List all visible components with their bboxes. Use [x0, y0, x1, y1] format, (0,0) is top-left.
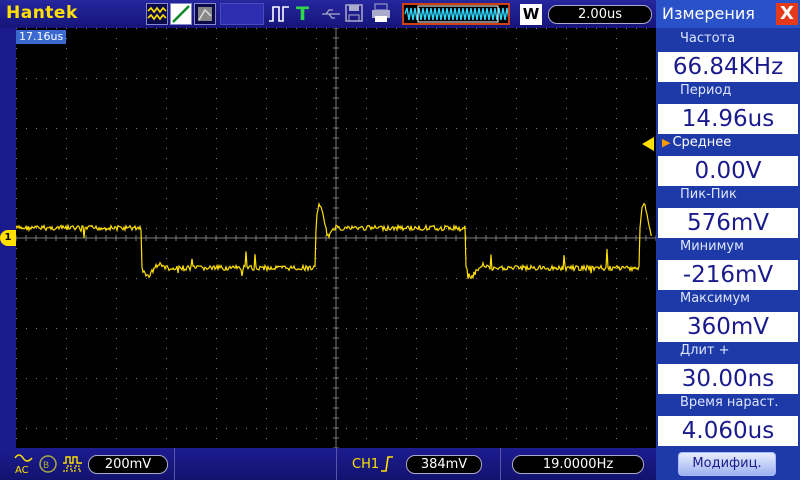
measurement-value-minimum[interactable]: -216mV	[658, 260, 798, 290]
graticule	[15, 27, 657, 449]
persistence-icon[interactable]	[194, 3, 216, 25]
bottom-status-bar: AC B 200mV CH1 384mV 19.0000Hz	[0, 448, 656, 480]
ch1-ground-marker[interactable]: 1	[0, 230, 16, 246]
trigger-position-label[interactable]: 17.16us	[16, 30, 67, 44]
measurement-value-frequency[interactable]: 66.84KHz	[658, 52, 798, 82]
measurement-value-maximum[interactable]: 360mV	[658, 312, 798, 342]
measurement-value-positive-width[interactable]: 30.00ns	[658, 364, 798, 394]
trigger-level-marker[interactable]	[642, 137, 654, 151]
measurement-label-rise-time: Время нараст.	[680, 395, 779, 410]
ch1-waveform	[15, 201, 652, 280]
trigger-source-label[interactable]: CH1	[352, 457, 379, 472]
usb-icon	[320, 3, 342, 25]
trigger-edge-icon[interactable]	[268, 3, 292, 25]
brand-logo: Hantek	[6, 3, 78, 23]
measurement-value-peak-to-peak[interactable]: 576mV	[658, 208, 798, 238]
divider	[174, 448, 175, 480]
waveform-overview[interactable]	[402, 3, 510, 25]
measurement-label-period: Период	[680, 83, 732, 98]
invert-icon[interactable]	[62, 454, 84, 474]
ch1-volts-div[interactable]: 200mV	[88, 455, 168, 474]
measurement-value-mean[interactable]: 0.00V	[658, 156, 798, 186]
bandwidth-limit-icon[interactable]: B	[38, 454, 58, 474]
wave-mode-label[interactable]: W	[520, 4, 542, 25]
divider	[500, 448, 501, 480]
measurement-label-mean: Среднее	[656, 132, 800, 154]
center-axes	[15, 27, 657, 449]
status-panel	[220, 3, 264, 25]
measurement-label-minimum: Минимум	[680, 239, 744, 254]
acquire-mode-icon[interactable]	[146, 3, 168, 25]
print-icon[interactable]	[370, 3, 394, 25]
save-icon[interactable]	[344, 3, 366, 25]
divider	[336, 448, 337, 480]
measurement-label-peak-to-peak: Пик-Пик	[680, 187, 737, 202]
modify-button[interactable]: Модифиц.	[678, 452, 776, 476]
measurement-value-period[interactable]: 14.96us	[658, 104, 798, 134]
measurement-value-rise-time[interactable]: 4.060us	[658, 416, 798, 446]
measurement-label-frequency: Частота	[680, 31, 736, 46]
vector-mode-icon[interactable]	[170, 3, 192, 25]
rising-edge-icon[interactable]	[380, 456, 394, 476]
ac-coupling-icon[interactable]: AC	[14, 452, 34, 476]
scope-screen[interactable]	[15, 27, 657, 449]
trigger-frequency-display: 19.0000Hz	[512, 455, 644, 474]
svg-text:AC: AC	[15, 465, 29, 476]
top-toolbar: Hantek T W 2.00us	[0, 0, 656, 28]
trigger-mode-label[interactable]: T	[296, 3, 309, 25]
measurement-panel: Измерения X Частота 66.84KHz Период 14.9…	[656, 0, 800, 480]
measurement-label-maximum: Максимум	[680, 291, 750, 306]
close-icon[interactable]: X	[776, 3, 798, 25]
timebase-display[interactable]: 2.00us	[548, 5, 652, 24]
trigger-level-display[interactable]: 384mV	[406, 455, 482, 474]
measurement-label-positive-width: Длит +	[680, 343, 730, 358]
svg-text:B: B	[43, 461, 49, 471]
